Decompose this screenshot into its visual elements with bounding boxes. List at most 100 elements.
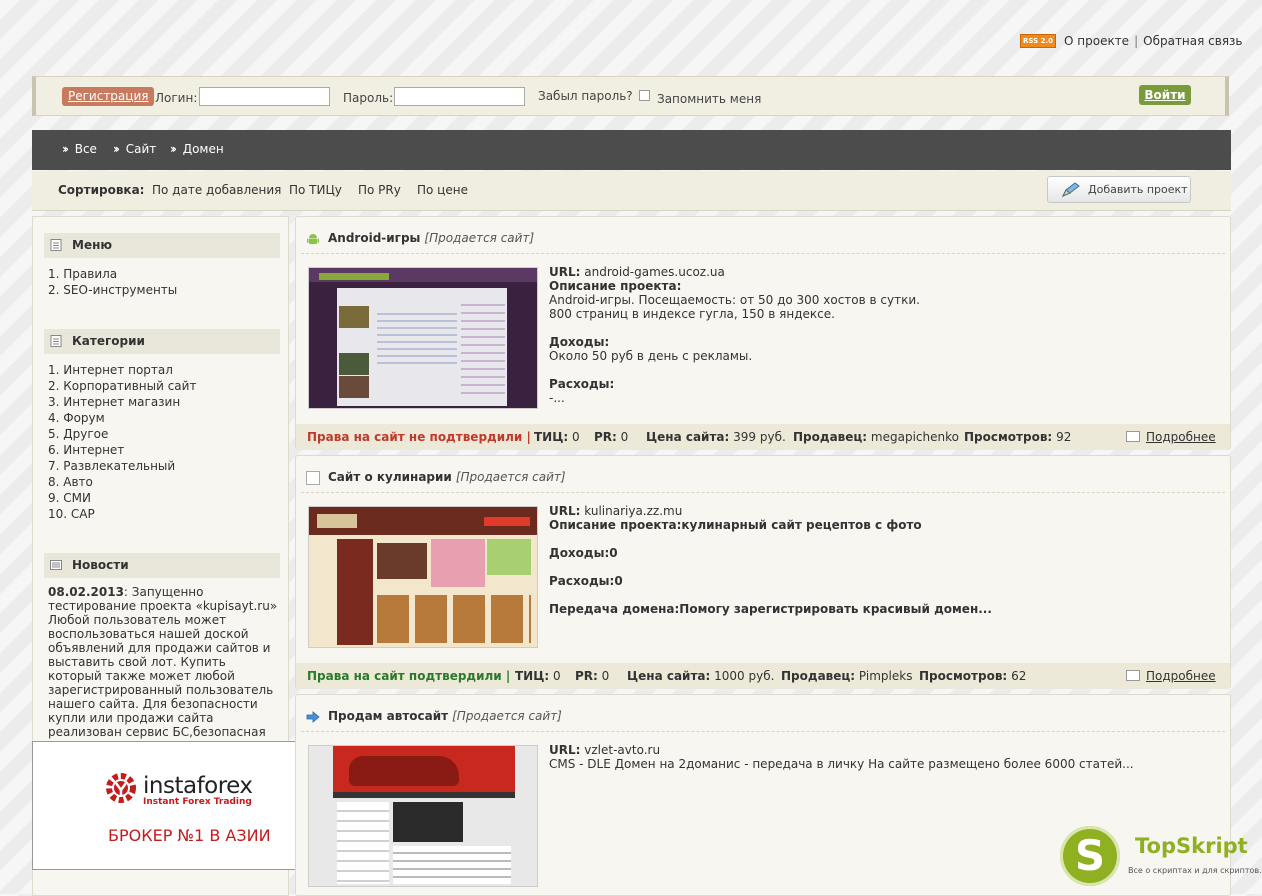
ad-subtitle: Instant Forex Trading	[143, 797, 252, 807]
expense-text: -...	[549, 391, 565, 405]
listing-footer: Права на сайт не подтвердили | ТИЦ: 0 PR…	[296, 424, 1230, 450]
main-nav: ›› Все ›› Сайт ›› Домен	[32, 130, 1231, 170]
news-item: 08.02.2013: Запущенно тестирование проек…	[48, 585, 278, 753]
menu-title: Меню	[72, 238, 113, 252]
income-label: Доходы:	[549, 335, 610, 349]
sort-by-pr[interactable]: По PRу	[358, 183, 401, 197]
tic-label: ТИЦ:	[515, 669, 550, 683]
listing-title[interactable]: Продам автосайт [Продается сайт]	[328, 709, 562, 723]
menu-list: 1. Правила 2. SEO-инструменты	[48, 266, 177, 298]
more-label: Подробнее	[1146, 669, 1216, 683]
listing-status: [Продается сайт]	[452, 709, 562, 723]
chevron-right-icon: ››	[62, 142, 69, 156]
listing-status: [Продается сайт]	[455, 470, 566, 484]
sort-by-price[interactable]: По цене	[417, 183, 468, 197]
category-item[interactable]: 2. Корпоративный сайт	[48, 378, 196, 394]
rights-status: Права на сайт не подтвердили |	[307, 430, 531, 444]
url-label: URL:	[549, 743, 581, 757]
category-item[interactable]: 9. СМИ	[48, 490, 196, 506]
rights-status: Права на сайт подтвердили |	[307, 669, 511, 683]
seller-value: megapichenko	[870, 430, 959, 444]
android-icon	[307, 234, 319, 244]
top-links-separator: |	[1134, 34, 1139, 48]
login-bar: Регистрация Логин: Пароль: Забыл пароль?…	[32, 76, 1229, 116]
ad-brand: instaforex	[143, 773, 253, 799]
seller-label: Продавец:	[781, 669, 856, 683]
sort-by-date[interactable]: По дате добавления	[152, 183, 281, 197]
ad-slogan: БРОКЕР №1 В АЗИИ	[108, 826, 271, 845]
categories-title: Категории	[72, 334, 145, 348]
ad-banner[interactable]: instaforex Instant Forex Trading БРОКЕР …	[32, 741, 296, 870]
nav-item-all[interactable]: ›› Все	[62, 142, 97, 156]
remember-checkbox[interactable]	[639, 90, 650, 101]
add-project-button[interactable]: Добавить проект	[1047, 176, 1191, 203]
listing-url-link[interactable]: android-games.ucoz.ua	[584, 265, 725, 279]
listing-thumbnail[interactable]	[308, 506, 538, 648]
feedback-link[interactable]: Обратная связь	[1143, 34, 1242, 48]
category-item[interactable]: 10. САР	[48, 506, 196, 522]
topskript-watermark: S TopSkript Все о скриптах и для скрипто…	[1060, 826, 1262, 888]
listing-description: URL: vzlet-avto.ru CMS - DLE Домен на 2д…	[549, 743, 1189, 771]
topskript-tagline: Все о скриптах и для скриптов...	[1128, 866, 1262, 875]
listing-description: URL: android-games.ucoz.ua Описание прое…	[549, 265, 1189, 405]
views-label: Просмотров:	[919, 669, 1008, 683]
tic-value: 0	[572, 430, 580, 444]
listing-header: Сайт о кулинарии [Продается сайт]	[301, 464, 1225, 493]
pr-label: PR:	[594, 430, 617, 444]
listing-title[interactable]: Сайт о кулинарии [Продается сайт]	[328, 470, 566, 484]
news-heading: Новости	[44, 553, 280, 578]
register-button[interactable]: Регистрация	[62, 87, 155, 106]
category-item[interactable]: 6. Интернет	[48, 442, 196, 458]
nav-item-site[interactable]: ›› Сайт	[113, 142, 156, 156]
listing-url-link[interactable]: vzlet-avto.ru	[584, 743, 660, 757]
about-link[interactable]: О проекте	[1064, 34, 1129, 48]
listing-header: Android-игры [Продается сайт]	[301, 225, 1225, 254]
category-item[interactable]: 4. Форум	[48, 410, 196, 426]
listing-url-link[interactable]: kulinariya.zz.mu	[584, 504, 682, 518]
nav-item-label: Домен	[182, 142, 224, 156]
rss-icon[interactable]: RSS 2.0	[1020, 34, 1056, 48]
category-item[interactable]: 5. Другое	[48, 426, 196, 442]
listing-title[interactable]: Android-игры [Продается сайт]	[328, 231, 534, 245]
listing-thumbnail[interactable]	[308, 745, 538, 887]
more-link[interactable]: Подробнее	[1126, 430, 1216, 444]
menu-item-seo[interactable]: 2. SEO-инструменты	[48, 282, 177, 298]
views-value: 92	[1056, 430, 1072, 444]
news-title: Новости	[72, 558, 129, 572]
nav-item-label: Сайт	[125, 142, 157, 156]
more-link[interactable]: Подробнее	[1126, 669, 1216, 683]
seller-value: Pimpleks	[858, 669, 913, 683]
login-button[interactable]: Войти	[1139, 85, 1191, 105]
news-date: 08.02.2013	[48, 585, 124, 599]
domain-transfer-text: Передача домена:Помогу зарегистрировать …	[549, 602, 992, 616]
category-item[interactable]: 1. Интернет портал	[48, 362, 196, 378]
top-cut-text	[40, 0, 44, 6]
gear-logo-icon	[106, 773, 136, 803]
category-item[interactable]: 8. Авто	[48, 474, 196, 490]
category-item[interactable]: 3. Интернет магазин	[48, 394, 196, 410]
forgot-password-link[interactable]: Забыл пароль?	[538, 89, 633, 103]
listing-card: Сайт о кулинарии [Продается сайт] URL: ku…	[295, 455, 1231, 689]
category-item[interactable]: 7. Развлекательный	[48, 458, 196, 474]
sort-by-tic[interactable]: По ТИЦу	[289, 183, 342, 197]
arrow-right-icon	[306, 711, 320, 723]
password-label: Пароль:	[343, 91, 394, 105]
remember-label: Запомнить меня	[657, 92, 762, 106]
nav-item-domain[interactable]: ›› Домен	[170, 142, 224, 156]
login-input[interactable]	[199, 87, 330, 106]
listing-title-text: Сайт о кулинарии	[328, 470, 452, 484]
listing-title-text: Android-игры	[328, 231, 421, 245]
listing-thumbnail[interactable]	[308, 267, 538, 409]
expense-text: Расходы:0	[549, 574, 623, 588]
password-input[interactable]	[394, 87, 525, 106]
pr-value: 0	[620, 430, 629, 444]
description-text: CMS - DLE Домен на 2доманис - передача в…	[549, 757, 1134, 771]
menu-item-rules[interactable]: 1. Правила	[48, 266, 177, 282]
topskript-logo-icon: S	[1060, 826, 1120, 886]
sort-label: Сортировка:	[58, 183, 145, 197]
sort-bar: Сортировка: По дате добавления По ТИЦу П…	[32, 171, 1231, 211]
newspaper-icon	[50, 560, 62, 570]
listing-footer: Права на сайт подтвердили | ТИЦ: 0 PR: 0…	[296, 663, 1230, 689]
chevron-right-icon: ››	[113, 142, 120, 156]
listing-title-text: Продам автосайт	[328, 709, 449, 723]
